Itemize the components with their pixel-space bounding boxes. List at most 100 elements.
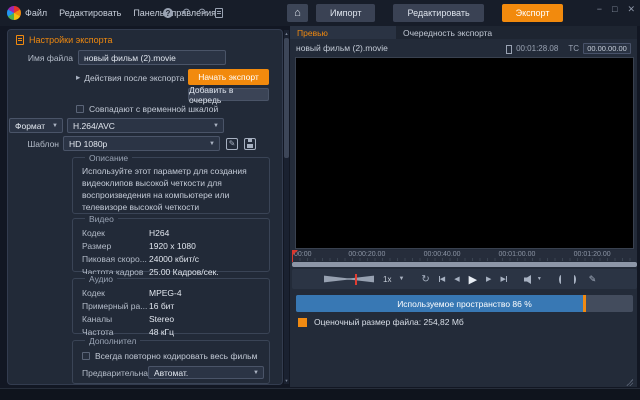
playback-controls: 1x ▼ ↻ ◀ ◀ ▶ ▶ ▶ ▼ ✎ [292,269,637,289]
scroll-down-icon[interactable]: ▼ [284,378,289,383]
mark-out-icon[interactable] [572,275,576,284]
clip-info-row: новый фильм (2).movie 00:01:28.08 TC 00.… [290,39,637,57]
additional-legend: Дополнител [85,336,140,346]
video-bitrate-label: Пиковая скоро... [82,254,149,264]
menu-file[interactable]: Файл [25,8,47,18]
audio-channels-label: Каналы [82,314,149,324]
help-icon[interactable]: ? [163,8,173,18]
skip-to-start-button[interactable]: ◀ [439,275,445,283]
export-settings-panel: Настройки экспорта Имя файла новый фильм… [7,29,283,385]
loop-icon[interactable]: ↻ [421,274,429,285]
close-button[interactable]: ✕ [627,4,635,15]
tab-export-queue[interactable]: Очередность экспорта [396,26,637,39]
description-text: Используйте этот параметр для создания в… [73,158,269,214]
redo-icon[interactable]: ↷ [198,8,207,18]
format-dropdown-label: Формат [15,121,45,131]
shuttle-speed-slider[interactable] [324,274,374,285]
edit-template-icon[interactable]: ✎ [226,138,238,150]
filename-input[interactable]: новый фильм (2).movie [78,50,226,65]
ruler-tick: 00:00:20.00 [348,251,385,258]
timeline-scrollbar[interactable] [292,262,637,267]
video-preview-area[interactable] [295,57,634,249]
new-document-icon[interactable] [215,8,223,18]
mark-in-icon[interactable] [559,275,563,284]
audio-samplesize-value: 16 бит [149,301,174,311]
volume-button[interactable]: ▼ [524,275,542,284]
play-button[interactable]: ▶ [469,273,477,286]
template-row: Шаблон HD 1080p ▼ ✎ [9,136,271,151]
audio-codec-label: Кодек [82,288,149,298]
titlebar-icons: ? ↶ ↷ [163,0,223,26]
filename-label: Имя файла [16,53,78,63]
tab-import[interactable]: Импорт [316,4,375,22]
duration-group: 00:01:28.08 TC 00.00.00.00 [506,43,631,54]
preset-dropdown[interactable]: Автомат. ▼ [148,366,264,379]
chevron-down-icon: ▼ [253,370,259,376]
audio-codec-row: КодекMPEG-4 [73,286,269,299]
match-timeline-checkbox[interactable] [76,105,84,113]
video-bitrate-value: 24000 кбит/с [149,254,199,264]
template-dropdown[interactable]: HD 1080p ▼ [63,136,220,151]
menu-edit[interactable]: Редактировать [59,8,121,18]
speaker-icon [524,275,535,284]
ruler-tick: 00:01:20.00 [574,251,611,258]
snapshot-pen-icon[interactable]: ✎ [589,274,597,285]
description-fieldset: Описание Используйте этот параметр для с… [72,157,270,214]
home-button[interactable]: ⌂ [287,4,308,22]
video-codec-value: H264 [149,228,169,238]
audio-channels-row: КаналыStereo [73,312,269,325]
video-fps-value: 25.00 Кадров/сек. [149,267,219,277]
video-size-value: 1920 x 1080 [149,241,196,251]
video-legend: Видео [85,214,118,224]
resize-grip[interactable] [626,379,633,386]
previous-frame-button[interactable]: ◀ [454,275,459,283]
post-export-actions[interactable]: ▸ Действия после экспорта [76,72,188,83]
preset-label: Предварительна [82,368,148,378]
undo-icon[interactable]: ↶ [181,8,190,18]
timeline-ruler[interactable]: 00:00 00:00:20.00 00:00:40.00 00:01:00.0… [292,250,637,261]
ruler-tick: 00:00:40.00 [424,251,461,258]
audio-samplesize-label: Примерный ра... [82,301,149,311]
add-to-queue-button[interactable]: Добавить в очередь [188,88,269,101]
speed-dropdown[interactable]: 1x ▼ [383,275,404,284]
scrollbar-thumb[interactable] [284,38,289,158]
shuttle-handle[interactable] [355,274,357,285]
audio-samplesize-row: Примерный ра...16 бит [73,299,269,312]
template-value: HD 1080p [69,139,107,149]
start-export-button[interactable]: Начать экспорт [188,69,269,85]
tab-export[interactable]: Экспорт [502,4,564,22]
settings-scrollbar[interactable]: ▲ ▼ [284,30,289,384]
chevron-down-icon: ▼ [209,141,215,147]
playhead-marker[interactable] [292,250,299,262]
reencode-label: Всегда повторно кодировать весь фильм [95,351,257,361]
save-template-icon[interactable] [244,138,256,150]
space-used-label: Используемое пространство 86 % [296,295,633,312]
tab-edit[interactable]: Редактировать [393,4,483,22]
reencode-checkbox[interactable] [82,352,90,360]
preset-value: Автомат. [154,368,188,378]
match-timeline-row: Совпадают с временной шкалой [76,104,218,114]
next-frame-button[interactable]: ▶ [486,275,491,283]
skip-to-end-button[interactable]: ▶ [500,275,506,283]
minimize-button[interactable]: − [597,4,602,15]
tc-label: TC [568,44,579,53]
format-dropdown[interactable]: Формат ▼ [9,118,63,133]
format-row: Формат ▼ H.264/AVC ▼ [9,118,271,133]
match-timeline-label: Совпадают с временной шкалой [89,104,218,114]
video-bitrate-row: Пиковая скоро...24000 кбит/с [73,252,269,265]
app-logo-icon [7,6,21,20]
tab-preview[interactable]: Превью [290,26,396,39]
additional-fieldset: Дополнител Всегда повторно кодировать ве… [72,340,270,384]
export-settings-title: Настройки экспорта [29,35,112,45]
export-settings-header: Настройки экспорта [16,35,112,45]
maximize-button[interactable]: □ [612,4,617,15]
chevron-down-icon: ▼ [398,276,404,282]
scroll-up-icon[interactable]: ▲ [284,31,289,36]
audio-codec-value: MPEG-4 [149,288,182,298]
video-codec-label: Кодек [82,228,149,238]
clip-duration: 00:01:28.08 [516,44,558,53]
timecode-input[interactable]: 00.00.00.00 [583,43,631,54]
format-value: H.264/AVC [73,121,115,131]
post-export-actions-label: Действия после экспорта [84,73,184,83]
format-value-dropdown[interactable]: H.264/AVC ▼ [67,118,224,133]
